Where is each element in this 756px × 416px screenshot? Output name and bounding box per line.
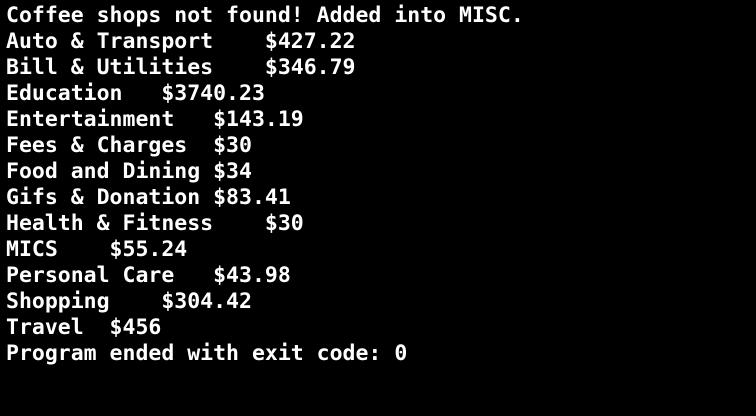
- category-line-travel: Travel $456: [6, 315, 162, 340]
- category-line-misc: MICS $55.24: [6, 237, 188, 262]
- terminal-output[interactable]: Coffee shops not found! Added into MISC.…: [0, 0, 756, 416]
- warning-line: Coffee shops not found! Added into MISC.: [6, 3, 524, 28]
- category-line-food-dining: Food and Dining $34: [6, 159, 252, 184]
- category-line-health-fitness: Health & Fitness $30: [6, 211, 304, 236]
- category-line-entertainment: Entertainment $143.19: [6, 107, 304, 132]
- category-line-auto-transport: Auto & Transport $427.22: [6, 29, 356, 54]
- category-line-personal-care: Personal Care $43.98: [6, 263, 291, 288]
- category-line-bill-utilities: Bill & Utilities $346.79: [6, 55, 356, 80]
- category-line-shopping: Shopping $304.42: [6, 289, 252, 314]
- category-line-gifts-donation: Gifs & Donation $83.41: [6, 185, 291, 210]
- category-line-fees-charges: Fees & Charges $30: [6, 133, 252, 158]
- exit-status-line: Program ended with exit code: 0: [6, 341, 408, 366]
- category-line-education: Education $3740.23: [6, 81, 265, 106]
